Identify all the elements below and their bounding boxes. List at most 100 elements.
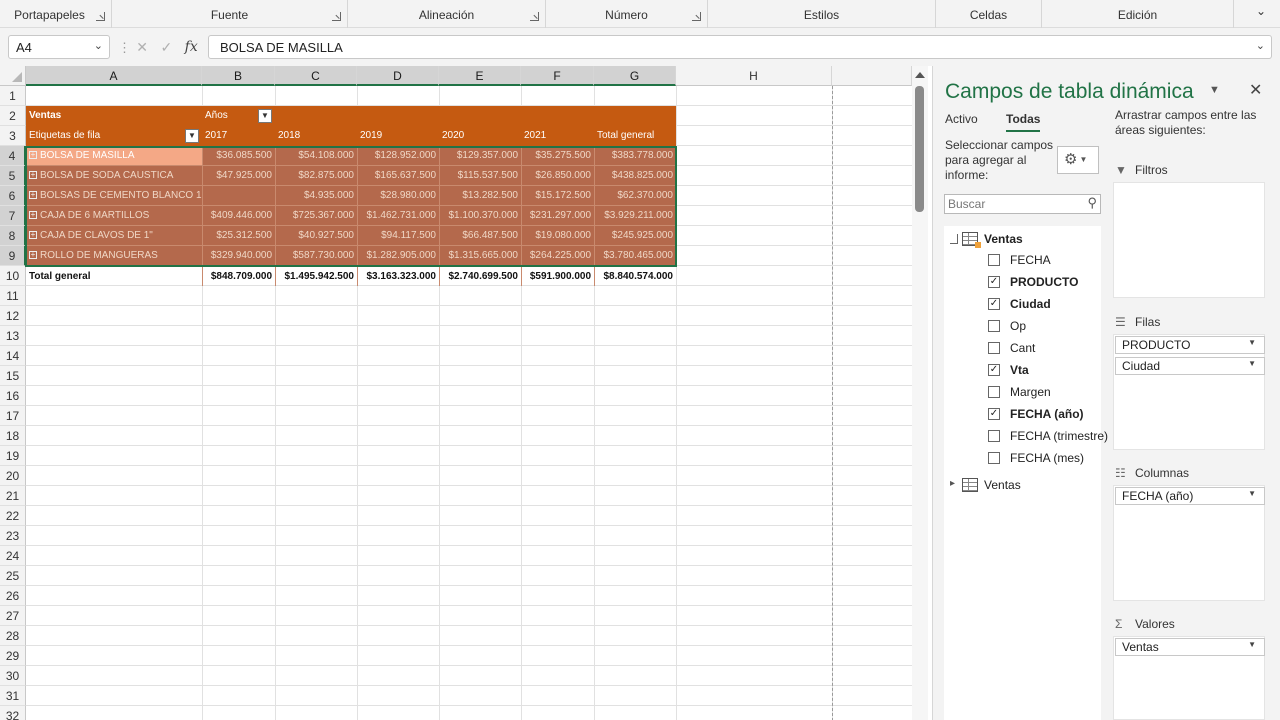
table-name[interactable]: Ventas <box>984 232 1023 246</box>
search-icon[interactable]: ⚲ <box>1087 195 1097 211</box>
row-header-25[interactable]: 25 <box>0 566 26 586</box>
pivot-year-header[interactable]: Total general <box>594 126 676 146</box>
worksheet-grid[interactable]: ABCDEFGH 1 2 3 4 5 6 7 8 9 10 11 12 13 14 15 16 17 18 19 20… <box>0 66 932 720</box>
rows-item-producto[interactable]: PRODUCTO ▼ <box>1115 336 1265 354</box>
tab-todas[interactable]: Todas <box>1006 112 1041 132</box>
pivot-total-cell[interactable]: $591.900.000 <box>521 266 594 286</box>
row-header-31[interactable]: 31 <box>0 686 26 706</box>
tools-button[interactable]: ⚙ ▼ <box>1057 146 1099 174</box>
rows-item-ciudad[interactable]: Ciudad ▼ <box>1115 357 1265 375</box>
row-header-32[interactable]: 32 <box>0 706 26 720</box>
pivot-total-cell[interactable]: $8.840.574.000 <box>594 266 676 286</box>
row-header-30[interactable]: 30 <box>0 666 26 686</box>
chevron-down-icon[interactable]: ▼ <box>1248 359 1256 368</box>
scroll-up-icon[interactable] <box>915 72 925 78</box>
row-header-27[interactable]: 27 <box>0 606 26 626</box>
search-input[interactable]: Buscar ⚲ <box>944 194 1101 214</box>
row-header-23[interactable]: 23 <box>0 526 26 546</box>
row-header-10[interactable]: 10 <box>0 266 26 286</box>
checkbox[interactable] <box>988 430 1000 442</box>
vertical-scrollbar[interactable] <box>912 66 928 720</box>
chevron-down-icon[interactable]: ▼ <box>1209 84 1220 96</box>
row-header-24[interactable]: 24 <box>0 546 26 566</box>
select-all-button[interactable] <box>0 66 26 86</box>
dialog-launcher-icon[interactable] <box>692 12 701 21</box>
table-name-2[interactable]: Ventas <box>984 478 1021 492</box>
pivot-total-cell[interactable]: $1.495.942.500 <box>275 266 357 286</box>
checkbox[interactable]: ✓ <box>988 408 1000 420</box>
checkbox[interactable] <box>988 342 1000 354</box>
chevron-down-icon[interactable]: ▼ <box>1248 640 1256 649</box>
pivot-year-header[interactable]: 2020 <box>439 126 521 146</box>
tab-activo[interactable]: Activo <box>945 112 978 126</box>
row-header-4[interactable]: 4 <box>0 146 26 166</box>
column-header-c[interactable]: C <box>275 66 357 86</box>
pivot-total-label[interactable]: Total general <box>26 266 202 286</box>
close-icon[interactable]: ✕ <box>1249 80 1262 100</box>
column-header-f[interactable]: F <box>521 66 594 86</box>
pivot-column-field[interactable]: Años <box>202 106 262 126</box>
column-header-h[interactable]: H <box>676 66 832 86</box>
formula-input[interactable]: BOLSA DE MASILLA ⌄ <box>208 35 1272 59</box>
pivot-total-cell[interactable]: $2.740.699.500 <box>439 266 521 286</box>
column-filter-button[interactable]: ▼ <box>258 109 272 123</box>
checkbox[interactable]: ✓ <box>988 364 1000 376</box>
pivot-row-labels-header[interactable]: Etiquetas de fila <box>26 126 186 146</box>
row-header-11[interactable]: 11 <box>0 286 26 306</box>
row-header-8[interactable]: 8 <box>0 226 26 246</box>
row-header-17[interactable]: 17 <box>0 406 26 426</box>
row-header-6[interactable]: 6 <box>0 186 26 206</box>
pivot-year-header[interactable]: 2018 <box>275 126 357 146</box>
row-header-5[interactable]: 5 <box>0 166 26 186</box>
pivot-values-field[interactable]: Ventas <box>26 106 202 126</box>
row-header-13[interactable]: 13 <box>0 326 26 346</box>
checkbox[interactable] <box>988 386 1000 398</box>
chevron-down-icon[interactable]: ▼ <box>1248 338 1256 347</box>
row-header-3[interactable]: 3 <box>0 126 26 146</box>
chevron-down-icon[interactable]: ⌄ <box>1256 4 1266 18</box>
row-header-1[interactable]: 1 <box>0 86 26 106</box>
chevron-down-icon[interactable]: ⌄ <box>1256 39 1265 52</box>
row-header-18[interactable]: 18 <box>0 426 26 446</box>
row-header-29[interactable]: 29 <box>0 646 26 666</box>
chevron-down-icon[interactable]: ▼ <box>1248 489 1256 498</box>
expand-icon[interactable]: ▸ <box>950 478 955 489</box>
pivot-total-cell[interactable]: $848.709.000 <box>202 266 275 286</box>
column-header-a[interactable]: A <box>26 66 202 86</box>
row-header-7[interactable]: 7 <box>0 206 26 226</box>
row-header-21[interactable]: 21 <box>0 486 26 506</box>
row-header-9[interactable]: 9 <box>0 246 26 266</box>
checkbox[interactable] <box>988 452 1000 464</box>
column-header-b[interactable]: B <box>202 66 275 86</box>
checkbox[interactable]: ✓ <box>988 298 1000 310</box>
row-header-16[interactable]: 16 <box>0 386 26 406</box>
row-filter-button[interactable]: ▼ <box>185 129 199 143</box>
pivot-year-header[interactable]: 2017 <box>202 126 275 146</box>
dialog-launcher-icon[interactable] <box>530 12 539 21</box>
row-header-19[interactable]: 19 <box>0 446 26 466</box>
checkbox[interactable]: ✓ <box>988 276 1000 288</box>
columns-item-fecha-ano[interactable]: FECHA (año) ▼ <box>1115 487 1265 505</box>
checkbox[interactable] <box>988 254 1000 266</box>
pivot-year-header[interactable]: 2021 <box>521 126 594 146</box>
name-box[interactable]: A4 ⌄ <box>8 35 110 59</box>
filters-area[interactable] <box>1113 182 1265 298</box>
row-header-15[interactable]: 15 <box>0 366 26 386</box>
values-item-ventas[interactable]: Ventas ▼ <box>1115 638 1265 656</box>
column-header-g[interactable]: G <box>594 66 676 86</box>
dialog-launcher-icon[interactable] <box>332 12 341 21</box>
row-header-26[interactable]: 26 <box>0 586 26 606</box>
collapse-icon[interactable] <box>950 234 958 244</box>
insert-function-button[interactable]: fx <box>185 39 198 55</box>
row-header-12[interactable]: 12 <box>0 306 26 326</box>
check-icon[interactable]: ✓ <box>160 39 172 56</box>
scrollbar-thumb[interactable] <box>915 86 924 212</box>
row-header-14[interactable]: 14 <box>0 346 26 366</box>
row-header-22[interactable]: 22 <box>0 506 26 526</box>
column-header-d[interactable]: D <box>357 66 439 86</box>
row-header-2[interactable]: 2 <box>0 106 26 126</box>
checkbox[interactable] <box>988 320 1000 332</box>
dialog-launcher-icon[interactable] <box>96 12 105 21</box>
chevron-down-icon[interactable]: ⌄ <box>94 39 103 52</box>
column-header-e[interactable]: E <box>439 66 521 86</box>
